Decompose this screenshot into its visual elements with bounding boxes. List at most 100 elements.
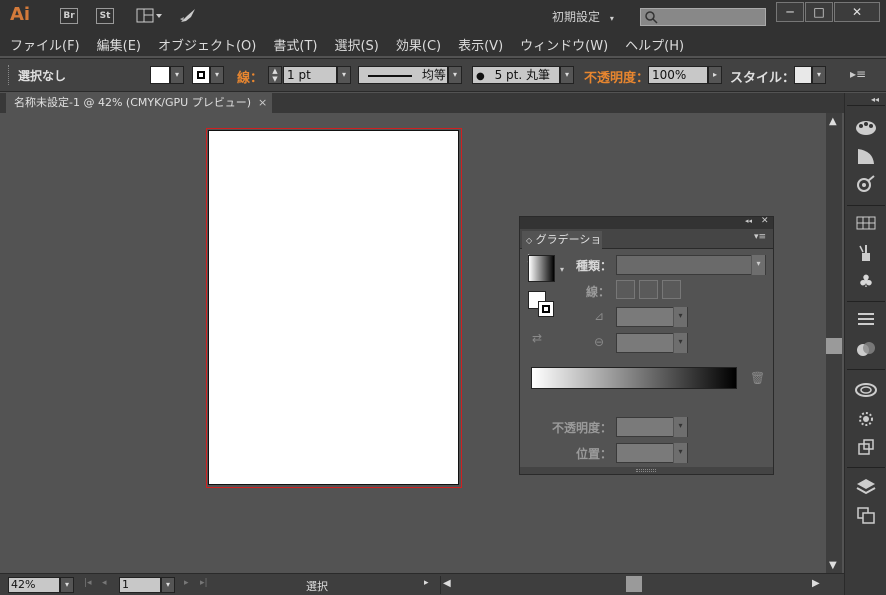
graphic-styles-icon[interactable] <box>853 409 879 431</box>
delete-stop-icon[interactable]: 🗑 <box>750 371 765 385</box>
variable-width-profile[interactable]: 均等 <box>358 66 448 84</box>
gradient-preset-dropdown-icon[interactable]: ▾ <box>560 265 564 274</box>
scroll-left-icon[interactable]: ◀ <box>443 578 451 589</box>
menu-edit[interactable]: 編集(E) <box>97 35 149 54</box>
palette-icon[interactable] <box>853 119 879 141</box>
panel-resize-bar[interactable] <box>520 467 773 474</box>
scroll-right-icon[interactable]: ▶ <box>812 578 820 589</box>
profile-dropdown[interactable]: ▾ <box>448 66 462 84</box>
aspect-ratio-input[interactable]: ▾ <box>616 333 688 353</box>
appearance-icon[interactable] <box>853 175 879 197</box>
gradient-panel-header[interactable]: ◂◂ ✕ <box>520 216 773 229</box>
gradient-opacity-input[interactable]: ▾ <box>616 417 688 437</box>
vertical-scroll-thumb[interactable] <box>826 338 842 354</box>
panel-menu-icon[interactable]: ▾≡ <box>754 232 766 242</box>
expand-panels-icon[interactable]: ◂◂ <box>871 95 879 104</box>
gpu-performance-button[interactable] <box>178 7 198 25</box>
style-label: スタイル： <box>730 71 796 86</box>
artboard[interactable] <box>208 130 459 485</box>
artboard-dropdown[interactable]: ▾ <box>161 577 175 593</box>
stroke-box[interactable] <box>538 301 554 317</box>
profile-line-icon <box>368 74 412 77</box>
stroke-label[interactable]: 線： <box>237 67 263 86</box>
workspace-switcher[interactable]: 初期設定 ▾ <box>552 8 614 25</box>
scroll-up-icon[interactable]: ▲ <box>829 116 837 127</box>
zoom-input[interactable]: 42% <box>8 577 60 593</box>
stroke-within-button[interactable] <box>616 280 635 299</box>
fill-dropdown[interactable]: ▾ <box>170 66 184 84</box>
artboard-number-input[interactable]: 1 <box>119 577 161 593</box>
brushes-icon[interactable] <box>853 243 879 265</box>
gradient-panel: ◂◂ ✕ ◇ グラデーション ▾≡ ▾ 種類： ▾ 線： ⇄ ⊿ ▾ ⊖ ▾ 🗑… <box>519 216 774 475</box>
reverse-gradient-icon[interactable]: ⇄ <box>532 331 542 345</box>
stroke-weight-stepper[interactable]: ▲ ▼ <box>268 66 282 84</box>
search-icon <box>645 11 658 24</box>
type-label: 種類： <box>576 259 613 273</box>
opacity-slider-button[interactable]: ▸ <box>708 66 722 84</box>
dock-divider <box>847 369 885 370</box>
brush-dropdown[interactable]: ▾ <box>560 66 574 84</box>
angle-input[interactable]: ▾ <box>616 307 688 327</box>
stroke-icon[interactable] <box>853 311 879 333</box>
app-logo: Ai <box>10 4 31 25</box>
artboards-icon[interactable] <box>853 505 879 527</box>
menu-object[interactable]: オブジェクト(O) <box>158 35 264 54</box>
menu-help[interactable]: ヘルプ(H) <box>625 35 692 54</box>
previous-artboard-icon[interactable]: ◂ <box>102 578 107 588</box>
location-input[interactable]: ▾ <box>616 443 688 463</box>
chevron-down-icon: ▾ <box>751 255 765 275</box>
stroke-dropdown[interactable]: ▾ <box>210 66 224 84</box>
menu-file[interactable]: ファイル(F) <box>10 35 88 54</box>
graphic-style-swatch[interactable] <box>794 66 812 84</box>
transparency-icon[interactable] <box>853 339 879 361</box>
minimize-button[interactable]: ─ <box>776 2 804 22</box>
status-menu-icon[interactable]: ▸ <box>424 578 429 588</box>
dock-divider <box>847 301 885 302</box>
swatches-icon[interactable] <box>853 215 879 237</box>
brush-definition[interactable]: ● 5 pt. 丸筆 <box>472 66 560 84</box>
brush-dot-icon: ● <box>476 71 485 82</box>
arrange-documents-button[interactable] <box>136 8 164 24</box>
symbols-icon[interactable]: ♣ <box>853 271 879 293</box>
document-tab[interactable]: 名称未設定-1 @ 42% (CMYK/GPU プレビュー) <box>6 93 272 113</box>
style-dropdown[interactable]: ▾ <box>812 66 826 84</box>
stroke-swatch[interactable] <box>192 66 210 84</box>
search-input[interactable] <box>640 8 766 26</box>
libraries-icon[interactable] <box>853 381 879 403</box>
type-select[interactable]: ▾ <box>616 255 766 275</box>
close-panel-icon[interactable]: ✕ <box>761 216 769 226</box>
fill-swatch[interactable] <box>150 66 170 84</box>
color-guide-icon[interactable] <box>853 147 879 169</box>
first-artboard-icon[interactable]: |◂ <box>84 578 92 588</box>
stroke-across-button[interactable] <box>662 280 681 299</box>
stroke-along-button[interactable] <box>639 280 658 299</box>
opacity-label[interactable]: 不透明度： <box>584 67 649 86</box>
menu-window[interactable]: ウィンドウ(W) <box>520 35 616 54</box>
stock-button[interactable]: St <box>96 8 114 24</box>
layers-icon[interactable] <box>853 477 879 499</box>
menu-select[interactable]: 選択(S) <box>334 35 386 54</box>
menu-type[interactable]: 書式(T) <box>273 35 325 54</box>
document-tab-close-icon[interactable]: × <box>258 93 267 113</box>
menu-view[interactable]: 表示(V) <box>458 35 511 54</box>
gradient-thumbnail[interactable] <box>528 255 555 282</box>
control-panel-menu-icon[interactable]: ▸≡ <box>850 67 866 81</box>
stroke-weight-dropdown[interactable]: ▾ <box>337 66 351 84</box>
opacity-input[interactable]: 100% <box>648 66 708 84</box>
close-button[interactable]: ✕ <box>834 2 880 22</box>
zoom-dropdown[interactable]: ▾ <box>60 577 74 593</box>
bridge-button[interactable]: Br <box>60 8 78 24</box>
scroll-down-icon[interactable]: ▼ <box>829 560 837 571</box>
grip-handle[interactable] <box>8 65 11 85</box>
tab-gradient[interactable]: ◇ グラデーション <box>522 231 602 265</box>
next-artboard-icon[interactable]: ▸ <box>184 578 189 588</box>
status-bar: 42% ▾ |◂ ◂ 1 ▾ ▸ ▸| 選択 ▸ ◀ ▶ <box>0 573 844 595</box>
maximize-button[interactable]: □ <box>805 2 833 22</box>
export-icon[interactable] <box>853 437 879 459</box>
stroke-weight-input[interactable]: 1 pt <box>283 66 337 84</box>
horizontal-scroll-thumb[interactable] <box>626 576 642 592</box>
last-artboard-icon[interactable]: ▸| <box>200 578 208 588</box>
menu-effect[interactable]: 効果(C) <box>396 35 449 54</box>
gradient-slider[interactable] <box>531 367 737 389</box>
collapse-panel-icon[interactable]: ◂◂ <box>745 217 752 225</box>
